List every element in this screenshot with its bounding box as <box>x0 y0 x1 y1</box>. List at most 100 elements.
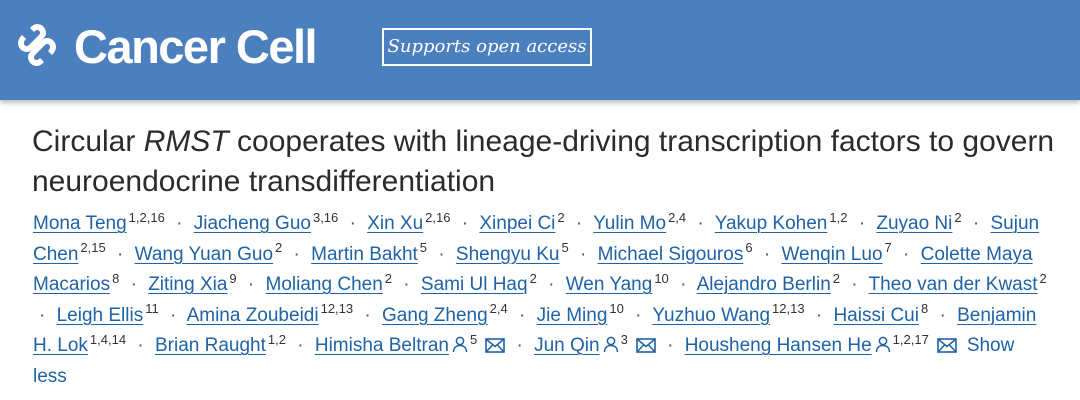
affiliation-superscript[interactable]: 2 <box>557 210 564 225</box>
affiliation-superscript[interactable]: 2 <box>275 240 282 255</box>
author-separator: · <box>939 304 946 326</box>
author-separator: · <box>403 274 410 295</box>
author-entry: Zuyao Ni 2 <box>876 210 961 234</box>
author-entry: Shengyu Ku 5 <box>456 241 569 265</box>
author-separator: · <box>851 274 858 295</box>
affiliation-superscript[interactable]: 1,2 <box>268 332 286 347</box>
author-name-link[interactable]: Haissi Cui <box>833 305 919 326</box>
title-gene-name: RMST <box>143 125 229 158</box>
author-separator: · <box>438 243 445 265</box>
author-name-link[interactable]: Yuzhuo Wang <box>652 305 770 326</box>
affiliation-superscript[interactable]: 2 <box>530 271 537 286</box>
affiliation-superscript[interactable]: 2 <box>385 271 392 286</box>
affiliation-superscript[interactable]: 5 <box>470 332 477 347</box>
author-separator: · <box>763 243 771 265</box>
email-icon[interactable] <box>937 338 957 353</box>
author-name-link[interactable]: Ziting Xia <box>148 274 227 295</box>
affiliation-superscript[interactable]: 7 <box>885 240 892 255</box>
author-separator: · <box>297 335 304 356</box>
author-name-link[interactable]: Shengyu Ku <box>456 244 560 265</box>
author-entry: Wang Yuan Guo 2 <box>135 241 283 265</box>
author-separator: · <box>972 213 980 234</box>
author-entry: Xinpei Ci 2 <box>479 210 564 234</box>
author-entry: Wen Yang 10 <box>566 271 669 295</box>
affiliation-superscript[interactable]: 3 <box>621 332 628 347</box>
author-name-link[interactable]: Jun Qin <box>534 335 599 356</box>
affiliation-superscript[interactable]: 1,2,16 <box>129 210 165 225</box>
author-separator: · <box>579 243 587 265</box>
affiliation-superscript[interactable]: 6 <box>745 240 752 255</box>
author-separator: · <box>176 213 183 234</box>
author-name-link[interactable]: Housheng Hansen He <box>685 335 872 356</box>
affiliation-superscript[interactable]: 2,4 <box>490 301 508 316</box>
author-profile-icon[interactable] <box>603 336 619 353</box>
author-entry: Yulin Mo 2,4 <box>593 210 686 234</box>
author-entry: Gang Zheng 2,4 <box>382 302 508 326</box>
author-entry: Jie Ming 10 <box>537 302 624 326</box>
author-entry: Housheng Hansen He 1,2,17 <box>685 332 957 356</box>
author-profile-icon[interactable] <box>875 336 891 353</box>
affiliation-superscript[interactable]: 2,4 <box>668 210 686 225</box>
affiliation-superscript[interactable]: 2,16 <box>425 210 450 225</box>
author-name-link[interactable]: Gang Zheng <box>382 305 488 326</box>
author-entry: Michael Sigouros 6 <box>598 241 753 265</box>
affiliation-superscript[interactable]: 12,13 <box>772 301 805 316</box>
author-name-link[interactable]: Xinpei Ci <box>479 213 555 234</box>
author-separator: · <box>519 304 526 326</box>
author-entry: Moliang Chen 2 <box>266 271 392 295</box>
affiliation-superscript[interactable]: 10 <box>654 271 668 286</box>
affiliation-superscript[interactable]: 3,16 <box>313 210 338 225</box>
author-name-link[interactable]: Wang Yuan Guo <box>135 244 273 265</box>
author-entry: Amina Zoubeidi 12,13 <box>187 302 354 326</box>
author-name-link[interactable]: Brian Raught <box>155 335 266 356</box>
author-name-link[interactable]: Jie Ming <box>537 305 608 326</box>
author-name-link[interactable]: Yulin Mo <box>593 213 666 234</box>
author-name-link[interactable]: Theo van der Kwast <box>869 274 1038 295</box>
author-name-link[interactable]: Amina Zoubeidi <box>187 305 319 326</box>
affiliation-superscript[interactable]: 2 <box>954 210 961 225</box>
author-name-link[interactable]: Wenqin Luo <box>781 244 882 265</box>
author-name-link[interactable]: Zuyao Ni <box>876 213 952 234</box>
affiliation-superscript[interactable]: 11 <box>145 301 159 316</box>
affiliation-superscript[interactable]: 5 <box>420 240 427 255</box>
affiliation-superscript[interactable]: 8 <box>921 301 928 316</box>
author-separator: · <box>903 243 910 265</box>
author-profile-icon[interactable] <box>452 336 468 353</box>
author-name-link[interactable]: Martin Bakht <box>311 244 418 265</box>
author-name-link[interactable]: Xin Xu <box>367 213 423 234</box>
open-access-badge[interactable]: Supports open access <box>382 28 592 66</box>
author-separator: · <box>858 213 866 234</box>
author-separator: · <box>170 304 177 326</box>
author-name-link[interactable]: Moliang Chen <box>266 274 383 295</box>
author-separator: · <box>575 213 583 234</box>
author-name-link[interactable]: Wen Yang <box>566 274 653 295</box>
affiliation-superscript[interactable]: 1,2,17 <box>893 332 929 347</box>
affiliation-superscript[interactable]: 5 <box>561 240 568 255</box>
author-separator: · <box>697 213 704 234</box>
affiliation-superscript[interactable]: 2 <box>833 271 840 286</box>
author-name-link[interactable]: Michael Sigouros <box>598 244 744 265</box>
cell-press-logo-icon[interactable] <box>12 20 62 70</box>
author-name-link[interactable]: Yakup Kohen <box>715 213 828 234</box>
journal-name[interactable]: Cancer Cell <box>74 22 318 72</box>
affiliation-superscript[interactable]: 2,15 <box>80 240 105 255</box>
article-title: Circular RMST cooperates with lineage-dr… <box>32 122 1072 202</box>
affiliation-superscript[interactable]: 9 <box>229 271 236 286</box>
affiliation-superscript[interactable]: 2 <box>1040 271 1047 286</box>
affiliation-superscript[interactable]: 10 <box>609 301 623 316</box>
author-name-link[interactable]: Leigh Ellis <box>57 305 144 326</box>
author-name-link[interactable]: Sami Ul Haq <box>421 274 528 295</box>
author-name-link[interactable]: Mona Teng <box>33 213 127 234</box>
author-name-link[interactable]: Jiacheng Guo <box>194 213 311 234</box>
author-separator: · <box>548 274 555 295</box>
affiliation-superscript[interactable]: 1,2 <box>829 210 847 225</box>
affiliation-superscript[interactable]: 8 <box>112 271 119 286</box>
author-entry: Theo van der Kwast 2 <box>869 271 1047 295</box>
email-icon[interactable] <box>635 338 656 353</box>
email-icon[interactable] <box>485 338 505 353</box>
author-name-link[interactable]: Alejandro Berlin <box>697 274 831 295</box>
affiliation-superscript[interactable]: 1,4,14 <box>90 332 126 347</box>
author-name-link[interactable]: Himisha Beltran <box>315 335 449 356</box>
affiliation-superscript[interactable]: 12,13 <box>321 301 354 316</box>
author-separator: · <box>516 335 523 356</box>
